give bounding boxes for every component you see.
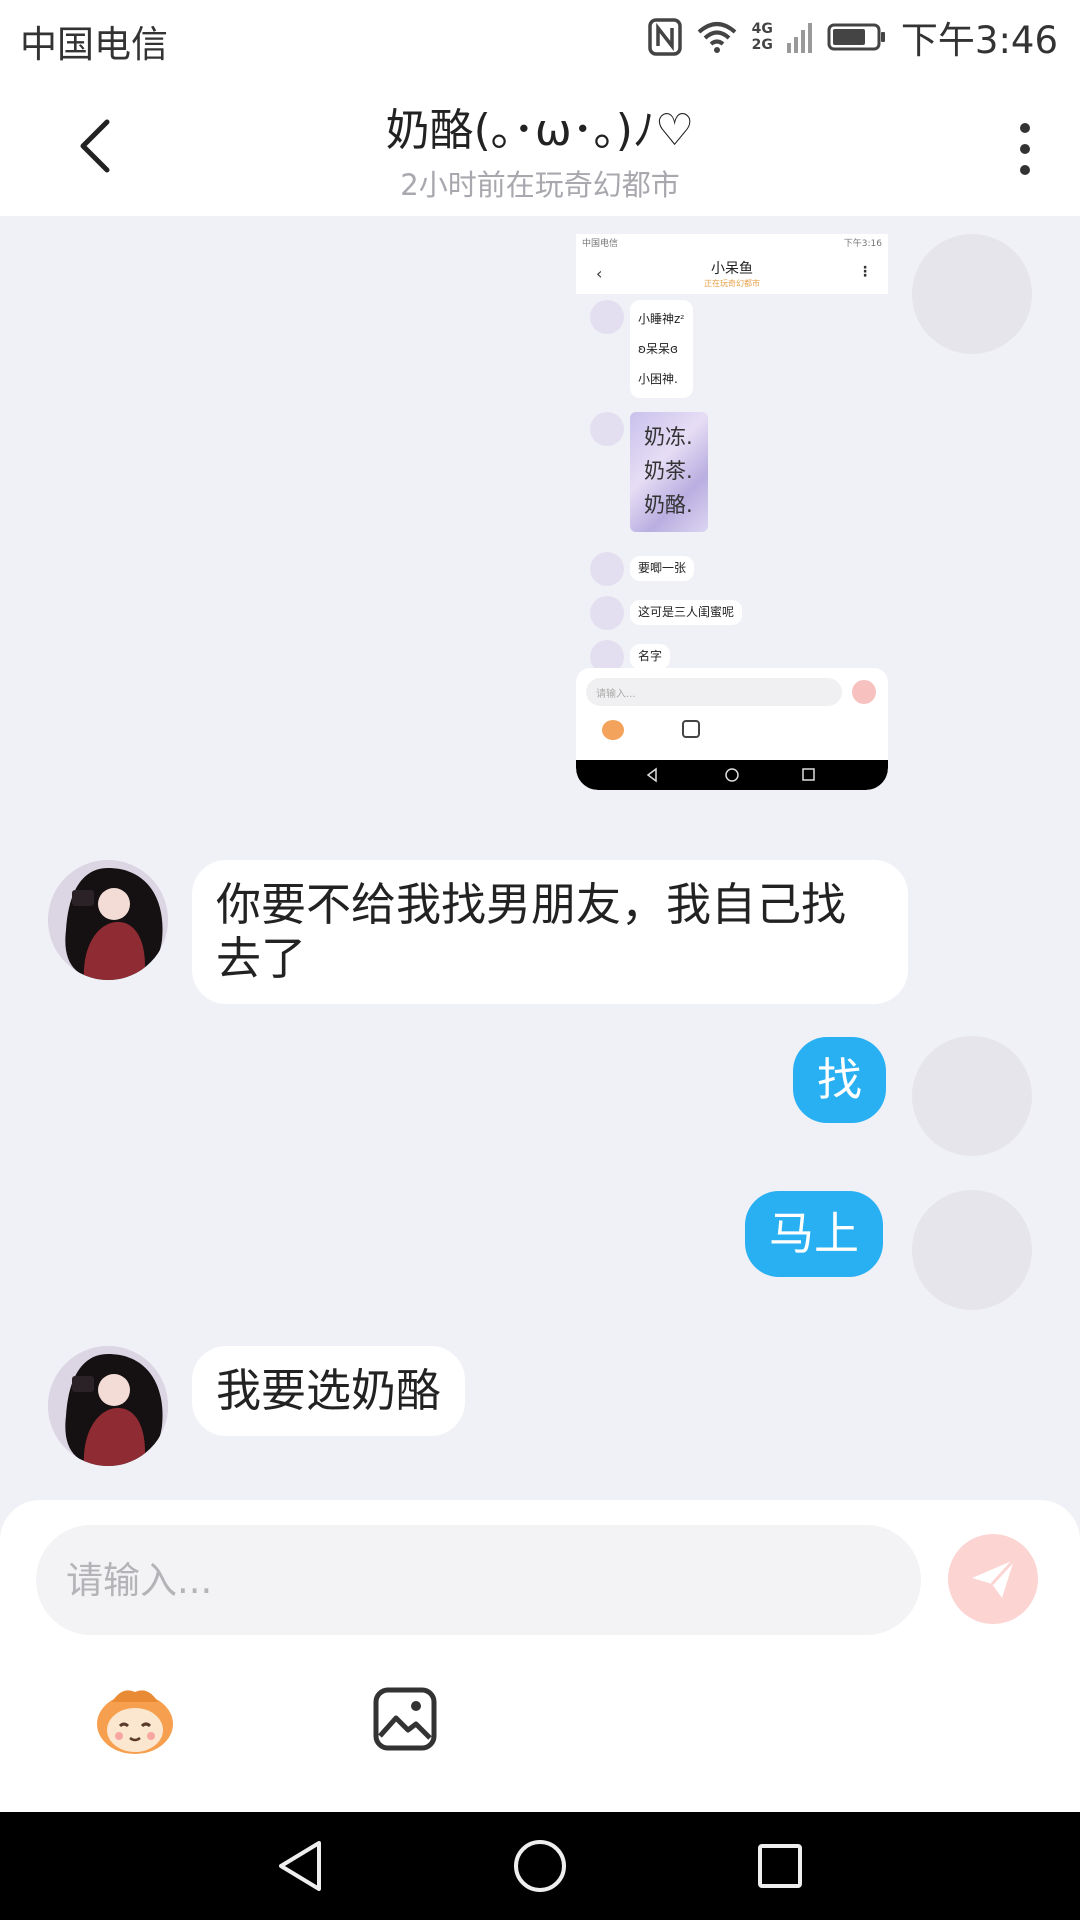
message-bubble-received[interactable]: 我要选奶酪 [192,1346,466,1436]
shot-send-icon [852,680,876,704]
shot-nav-bar [576,760,888,790]
contact-avatar[interactable] [48,1346,168,1466]
shot-name-line: ʚ呆呆ɞ [638,342,678,356]
shot-input-field: 请输入... [586,678,842,706]
status-bar: 中国电信 4G 2G 下午3:46 [0,0,1080,76]
shot-input-bar: 请输入... [576,668,888,760]
shot-status-bar: 中国电信 下午3:16 [576,234,888,254]
avatar-illustration [48,860,168,980]
composer [0,1500,1080,1812]
shot-bubble: 这可是三人闺蜜呢 [630,600,743,625]
shot-nav-icons [646,767,815,783]
message-bubble-sent[interactable]: 找 [793,1037,887,1123]
nav-home-button[interactable] [510,1836,570,1896]
chat-subtitle: 2小时前在玩奇幻都市 [400,168,680,202]
network-bottom-label: 2G [751,37,773,53]
battery-icon [827,23,885,51]
shot-emoji-icon [602,720,624,740]
shot-bubble-names: 小睡神zᶻ ʚ呆呆ɞ 小困神. [630,300,693,398]
nav-recents-button[interactable] [750,1836,810,1896]
shot-bubble: 要唧一张 [630,556,695,581]
network-indicator: 4G 2G [752,21,773,53]
shot-title: 小呆鱼 [711,261,753,277]
shot-more-icon: ⋮ [858,264,872,280]
nfc-icon [647,18,682,56]
chevron-left-icon [80,119,110,173]
wifi-icon [697,22,736,53]
more-dot [1020,144,1030,154]
shot-name-line: 小睡神zᶻ [638,312,685,326]
image-icon [373,1687,437,1751]
square-recents-icon [758,1844,802,1888]
clock: 下午3:46 [900,19,1058,62]
triangle-back-icon [279,1841,321,1891]
signal-icon [786,23,812,53]
contact-avatar[interactable] [48,860,168,980]
shot-avatar [590,552,624,586]
shot-image-line: 奶酪. [644,493,693,517]
system-nav-bar [0,1812,1080,1920]
shot-name-card-image: 奶冻. 奶茶. 奶酪. [630,412,708,532]
title-block: 奶酪(｡･ω･｡)ﾉ♡ 2小时前在玩奇幻都市 [200,94,880,204]
shot-image-icon [682,720,700,738]
send-icon [972,1558,1016,1598]
more-button[interactable] [1000,114,1050,184]
shared-screenshot-image[interactable]: 中国电信 下午3:16 ‹ 小呆鱼 正在玩奇幻都市 ⋮ 小睡神zᶻ ʚ呆呆ɞ 小… [576,234,888,790]
my-avatar[interactable] [912,1036,1032,1156]
emoji-button[interactable] [92,1684,178,1756]
carrier-name: 中国电信 [20,23,168,66]
avatar-illustration [48,1346,168,1466]
shot-name-line: 小困神. [638,372,678,386]
more-dot [1020,165,1030,175]
shot-image-line: 奶茶. [644,459,693,483]
status-icons: 4G 2G 下午3:46 [647,12,1058,62]
shot-avatar [590,596,624,630]
back-button[interactable] [60,106,130,186]
my-avatar[interactable] [912,1190,1032,1310]
chat-header: 奶酪(｡･ω･｡)ﾉ♡ 2小时前在玩奇幻都市 [0,76,1080,216]
message-list[interactable]: 中国电信 下午3:16 ‹ 小呆鱼 正在玩奇幻都市 ⋮ 小睡神zᶻ ʚ呆呆ɞ 小… [0,216,1080,1500]
shot-carrier: 中国电信 [582,239,619,249]
image-button[interactable] [372,1686,438,1752]
my-avatar[interactable] [912,234,1032,354]
more-vertical-icon [1020,123,1030,133]
shot-avatar [590,412,624,446]
shot-header: ‹ 小呆鱼 正在玩奇幻都市 ⋮ [576,254,888,294]
circle-home-icon [514,1840,566,1892]
shot-subtitle: 正在玩奇幻都市 [704,279,760,288]
shot-time: 下午3:16 [843,239,882,249]
message-bubble-received[interactable]: 你要不给我找男朋友，我自己找去了 [192,860,908,1004]
send-button[interactable] [948,1534,1038,1624]
shot-image-line: 奶冻. [644,425,693,449]
nav-back-button[interactable] [270,1836,330,1896]
message-input[interactable] [36,1525,921,1635]
shot-bubble: 名字 [630,644,671,669]
message-bubble-sent[interactable]: 马上 [745,1191,884,1277]
shot-avatar [590,300,624,334]
network-top-label: 4G [751,21,773,37]
emoji-face-icon [97,1690,173,1754]
chat-title: 奶酪(｡･ω･｡)ﾉ♡ [385,105,695,156]
